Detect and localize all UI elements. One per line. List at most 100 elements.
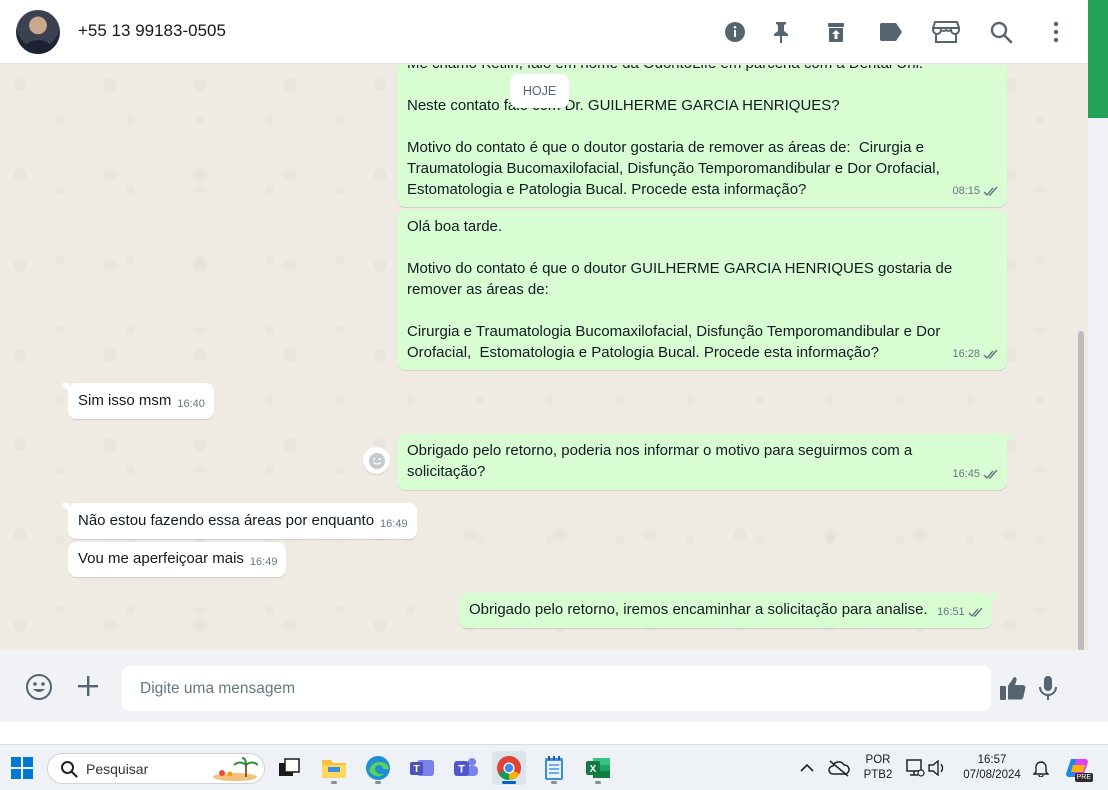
edge-button[interactable]: [361, 751, 395, 785]
notepad-button[interactable]: [537, 751, 571, 785]
window-accent-strip: [1088, 0, 1108, 118]
running-indicator: [595, 781, 601, 784]
clock[interactable]: 16:57 07/08/2024: [958, 753, 1026, 783]
language-code: POR: [865, 754, 891, 766]
message-line: remover as áreas de:: [407, 281, 549, 298]
message-line: Olá boa tarde.: [407, 218, 503, 235]
chrome-icon: [497, 756, 521, 780]
message-input[interactable]: [122, 666, 991, 711]
message-line: [407, 74, 998, 95]
message-time: 08:15: [952, 185, 980, 197]
message-incoming[interactable]: Não estou fazendo essa áreas por enquant…: [61, 503, 417, 539]
network-button[interactable]: [903, 751, 927, 785]
message-line: Obrigado pelo retorno, poderia nos infor…: [407, 442, 913, 459]
archive-icon[interactable]: [820, 16, 852, 48]
chat-scrollbar[interactable]: [1078, 331, 1084, 650]
windows-taskbar: Pesquisar T T X POR PTB2 16:57 07/08/202…: [0, 744, 1108, 790]
window-gutter: [1088, 118, 1108, 722]
contact-avatar[interactable]: [16, 10, 60, 54]
message-text: Obrigado pelo retorno, iremos encaminhar…: [469, 601, 928, 618]
message-time: 16:45: [952, 468, 980, 480]
message-list[interactable]: Me chamo Ketlin, falo em nome da OdontoL…: [0, 65, 1088, 650]
excel-icon: X: [586, 758, 610, 778]
microphone-icon[interactable]: [1036, 674, 1060, 702]
teams-chat-button[interactable]: T: [449, 751, 483, 785]
more-vertical-icon[interactable]: [1040, 16, 1072, 48]
svg-text:X: X: [590, 764, 597, 775]
reaction-emoji-button[interactable]: [363, 447, 390, 474]
running-indicator: [375, 781, 381, 784]
date-chip: HOJE: [510, 74, 569, 108]
bell-icon: [1033, 761, 1049, 777]
message-outgoing[interactable]: Olá boa tarde. Motivo do contato é que o…: [397, 210, 1007, 370]
message-text: Não estou fazendo essa áreas por enquant…: [78, 512, 375, 529]
clock-date: 07/08/2024: [963, 769, 1021, 781]
task-view-icon: [279, 758, 300, 776]
teams-work-icon: T: [410, 760, 434, 776]
message-line: Traumatologia Bucomaxilofacial, Disfunçã…: [407, 160, 940, 177]
chat-header: +55 13 99183-0505: [0, 0, 1088, 64]
attach-plus-icon[interactable]: [74, 672, 102, 700]
window-bottom-edge: [0, 722, 1108, 744]
message-line: [407, 116, 998, 137]
running-indicator: [331, 781, 337, 784]
taskbar-search[interactable]: Pesquisar: [47, 753, 265, 784]
message-outgoing[interactable]: Me chamo Ketlin, falo em nome da OdontoL…: [397, 65, 1007, 207]
message-line: Cirurgia e Traumatologia Bucomaxilofacia…: [407, 323, 941, 340]
message-incoming[interactable]: Vou me aperfeiçoar mais 16:49: [68, 542, 287, 577]
double-check-icon: [968, 607, 983, 618]
teams-button[interactable]: T: [405, 751, 439, 785]
cloud-offline-icon: [828, 760, 850, 777]
message-text: Sim isso msm: [78, 392, 172, 409]
tray-overflow-button[interactable]: [796, 751, 818, 785]
excel-button[interactable]: X: [581, 751, 615, 785]
contact-name[interactable]: +55 13 99183-0505: [78, 21, 226, 41]
input-language-indicator[interactable]: POR PTB2: [860, 753, 896, 783]
info-icon[interactable]: [719, 16, 751, 48]
message-line: [407, 300, 998, 321]
message-meta: 16:45: [952, 464, 999, 485]
message-time: 16:51: [937, 606, 965, 618]
clock-time: 16:57: [977, 754, 1007, 766]
copilot-button[interactable]: PRE: [1062, 751, 1094, 785]
chrome-button[interactable]: [492, 751, 526, 785]
running-indicator: [551, 781, 557, 784]
store-icon[interactable]: [930, 16, 962, 48]
volume-button[interactable]: [926, 751, 948, 785]
teams-icon: T: [454, 758, 478, 776]
message-time: 16:49: [380, 518, 408, 530]
message-meta: 16:51: [937, 602, 984, 623]
header-actions: [708, 16, 1088, 48]
message-line: Estomatologia e Patologia Bucal. Procede…: [407, 181, 807, 198]
compose-bar: [0, 650, 1088, 722]
notifications-button[interactable]: [1030, 751, 1052, 785]
start-button[interactable]: [5, 751, 39, 785]
notepad-icon: [545, 756, 563, 780]
message-time: 16:28: [952, 348, 980, 360]
message-incoming[interactable]: Sim isso msm 16:40: [61, 383, 214, 419]
smiley-icon: [368, 452, 385, 469]
file-explorer-button[interactable]: [317, 751, 351, 785]
message-line: Me chamo Ketlin, falo em nome da OdontoL…: [407, 65, 998, 74]
keyboard-layout: PTB2: [863, 769, 893, 781]
preview-badge: PRE: [1074, 773, 1093, 782]
message-outgoing[interactable]: Obrigado pelo retorno, iremos encaminhar…: [459, 593, 999, 628]
message-line: Motivo do contato é que o doutor GUILHER…: [407, 260, 953, 277]
message-outgoing[interactable]: Obrigado pelo retorno, poderia nos infor…: [397, 434, 1014, 490]
windows-logo-icon: [11, 757, 33, 779]
task-view-button[interactable]: [272, 751, 306, 785]
emoji-icon[interactable]: [24, 672, 54, 702]
message-line: [407, 237, 998, 258]
message-text: Vou me aperfeiçoar mais: [78, 550, 244, 567]
chevron-up-icon: [800, 763, 814, 772]
network-icon: [906, 759, 925, 777]
pin-icon[interactable]: [765, 16, 797, 48]
onedrive-button[interactable]: [826, 751, 852, 785]
double-check-icon: [983, 186, 998, 197]
search-icon[interactable]: [985, 16, 1017, 48]
edge-icon: [366, 756, 390, 780]
search-label: Pesquisar: [86, 760, 149, 777]
message-meta: 16:28: [952, 344, 999, 365]
label-icon[interactable]: [875, 16, 907, 48]
thumbs-up-icon[interactable]: [998, 674, 1028, 702]
